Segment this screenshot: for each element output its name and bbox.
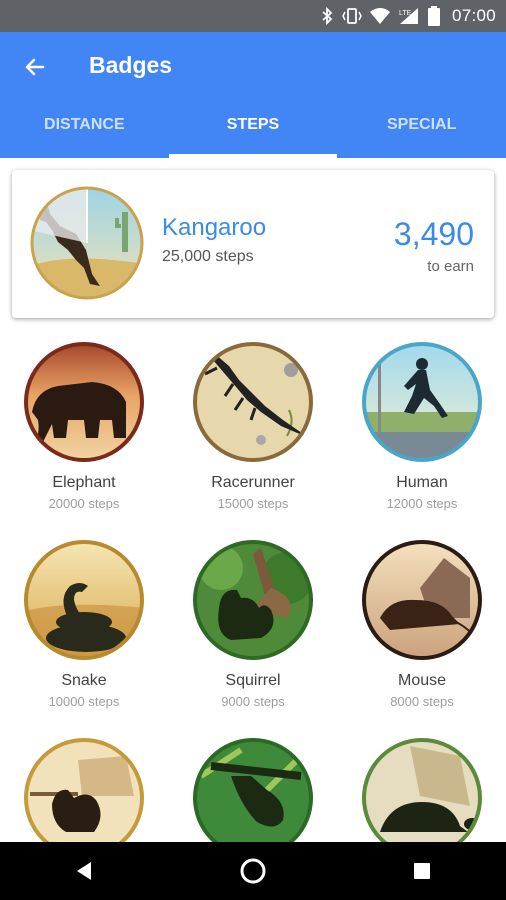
- badge-squirrel[interactable]: Squirrel 9000 steps: [173, 538, 333, 709]
- snake-icon: [24, 540, 144, 660]
- runner-icon: [362, 342, 482, 462]
- nav-back-icon: [77, 862, 92, 880]
- svg-text:LTE: LTE: [399, 10, 412, 17]
- badge-steps: 15000 steps: [217, 496, 289, 511]
- badge-name: Squirrel: [225, 672, 281, 689]
- badge-human[interactable]: Human 12000 steps: [342, 340, 502, 511]
- tab-bar: DISTANCE STEPS SPECIAL: [0, 98, 506, 158]
- back-button[interactable]: [18, 50, 52, 84]
- kangaroo-badge-icon: [30, 186, 144, 300]
- tab-distance[interactable]: DISTANCE: [0, 98, 169, 158]
- nav-home-icon: [240, 858, 266, 884]
- badge-name: Mouse: [397, 672, 447, 689]
- badge-snake[interactable]: Snake 10000 steps: [4, 538, 164, 709]
- badge-name: Snake: [61, 672, 107, 689]
- status-time: 07:00: [451, 6, 496, 25]
- steps-remaining-label: to earn: [427, 258, 474, 275]
- badge-name: Elephant: [52, 474, 116, 491]
- wifi-icon: [369, 8, 390, 24]
- tab-special[interactable]: SPECIAL: [337, 98, 506, 158]
- bluetooth-icon: [322, 7, 333, 25]
- app-bar: Badges DISTANCE STEPS SPECIAL: [0, 32, 506, 158]
- nav-recents-button[interactable]: [392, 842, 452, 900]
- status-bar: LTE 07:00: [0, 0, 506, 32]
- badge-steps: 8000 steps: [390, 694, 454, 709]
- badge-steps: 12000 steps: [386, 496, 458, 511]
- elephant-icon: [24, 342, 144, 462]
- tab-steps[interactable]: STEPS: [168, 98, 338, 158]
- nav-recents-icon: [413, 863, 430, 879]
- next-badge-name: Kangaroo: [162, 214, 267, 241]
- vibrate-icon: [342, 8, 362, 24]
- badge-elephant[interactable]: Elephant 20000 steps: [4, 340, 164, 511]
- badge-steps: 20000 steps: [48, 496, 120, 511]
- arrow-back-icon: [25, 58, 45, 76]
- badge-mouse[interactable]: Mouse 8000 steps: [342, 538, 502, 709]
- badge-steps: 10000 steps: [48, 694, 120, 709]
- mouse-icon: [362, 540, 482, 660]
- battery-icon: [427, 6, 440, 26]
- next-badge-card[interactable]: Kangaroo 25,000 steps 3,490 to earn: [12, 170, 494, 318]
- badge-name: Racerunner: [211, 474, 295, 491]
- badge-name: Human: [396, 474, 448, 491]
- badge-steps: 9000 steps: [221, 694, 285, 709]
- system-nav-bar: [0, 842, 506, 900]
- page-title: Badges: [89, 52, 173, 78]
- lizard-icon: [193, 342, 313, 462]
- lte-signal-icon: LTE: [399, 8, 418, 24]
- squirrel-icon: [193, 540, 313, 660]
- steps-remaining: 3,490: [393, 216, 474, 252]
- nav-back-button[interactable]: [54, 842, 114, 900]
- next-badge-steps: 25,000 steps: [162, 248, 254, 265]
- badge-racerunner[interactable]: Racerunner 15000 steps: [173, 340, 333, 511]
- nav-home-button[interactable]: [223, 842, 283, 900]
